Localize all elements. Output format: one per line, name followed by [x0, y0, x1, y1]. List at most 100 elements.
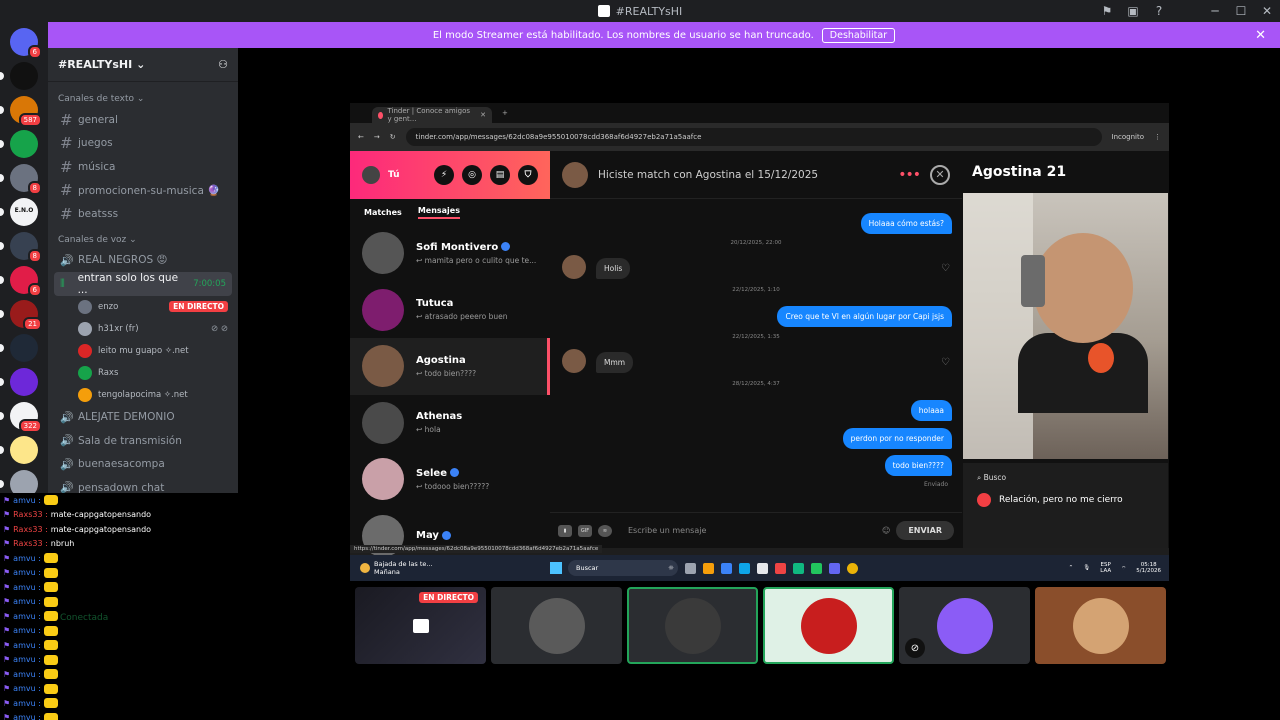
server-icon[interactable]: 6	[10, 266, 42, 297]
match-item[interactable]: Agostina ↩ todo bien????	[350, 338, 550, 395]
task-view-icon[interactable]	[685, 562, 696, 574]
gif-icon[interactable]: GIF	[578, 524, 592, 537]
network-icon[interactable]: ⌔	[1121, 565, 1126, 572]
match-item[interactable]: Athenas ↩ hola	[350, 395, 550, 452]
start-icon[interactable]	[550, 562, 562, 574]
more-icon[interactable]: •••	[898, 167, 921, 183]
spotify-icon[interactable]: ≋	[598, 524, 612, 537]
app-icon[interactable]	[811, 562, 822, 574]
forward-icon[interactable]: →	[374, 133, 380, 141]
maximize-button[interactable]: ☐	[1228, 4, 1254, 18]
active-voice-channel[interactable]: ⦀ entran solo los que ... 7:00:05	[54, 272, 232, 296]
voice-channel[interactable]: 🔊 pensadown chat	[48, 476, 238, 493]
voice-channel[interactable]: 🔊 buenaesacompa	[48, 453, 238, 477]
copilot-icon[interactable]	[721, 562, 732, 574]
text-channel[interactable]: # promocionen-su-musica 🔮	[48, 179, 238, 203]
disable-streamer-button[interactable]: Deshabilitar	[821, 27, 896, 43]
participant-tile[interactable]	[491, 587, 622, 664]
avatar[interactable]	[562, 349, 586, 373]
text-channel[interactable]: # música	[48, 155, 238, 179]
briefcase-icon[interactable]: ▤	[490, 165, 510, 185]
shield-icon[interactable]: ⛉	[518, 165, 538, 185]
avatar[interactable]	[562, 161, 588, 188]
avatar[interactable]	[362, 166, 380, 184]
app-icon[interactable]	[775, 562, 786, 574]
match-preview: ↩ todooo bien?????	[416, 481, 490, 491]
voice-channel[interactable]: 🔊 REAL NEGROS 😡	[48, 249, 238, 273]
menu-icon[interactable]: ⋮	[1154, 133, 1161, 141]
avatar[interactable]	[562, 255, 586, 279]
server-icon[interactable]: 8	[10, 164, 42, 195]
server-icon[interactable]: E.N.O	[10, 198, 38, 226]
browser-tab[interactable]: Tinder | Conoce amigos y gent... ✕	[372, 107, 492, 123]
voice-channel[interactable]: 🔊 ALEJATE DEMONIO	[48, 406, 238, 430]
mic-icon[interactable]: 🎙	[1083, 565, 1090, 571]
file-explorer-icon[interactable]	[703, 562, 714, 574]
sticker-icon[interactable]: ▮	[558, 524, 572, 537]
close-window-button[interactable]: ✕	[1254, 4, 1280, 18]
voice-user[interactable]: enzo EN DIRECTO	[48, 296, 238, 318]
close-icon[interactable]: ✕	[930, 164, 950, 185]
heart-icon[interactable]: ♡	[941, 263, 950, 274]
voice-user[interactable]: leito mu guapo ✧.net	[48, 340, 238, 362]
voice-user[interactable]: Raxs	[48, 362, 238, 384]
weather-widget[interactable]: Bajada de las te... Mañana	[350, 560, 540, 576]
server-icon[interactable]	[10, 62, 38, 90]
message-input[interactable]: Escribe un mensaje	[618, 526, 876, 535]
voice-channel[interactable]: 🔊 Sala de transmisión	[48, 429, 238, 453]
server-icon[interactable]	[10, 368, 38, 396]
back-icon[interactable]: ←	[358, 133, 364, 141]
new-tab-icon[interactable]: +	[502, 109, 508, 117]
match-item[interactable]: Sofi Montivero ↩ mamita pero o culito que…	[350, 225, 550, 282]
server-icon[interactable]: 6	[10, 28, 42, 59]
match-item[interactable]: Selee ↩ todooo bien?????	[350, 451, 550, 508]
server-icon[interactable]: 8	[10, 232, 42, 263]
address-bar[interactable]: tinder.com/app/messages/62dc08a9e9550100…	[405, 128, 1102, 146]
minimize-button[interactable]: ─	[1202, 4, 1228, 18]
match-item[interactable]: Tutuca ↩ atrasado peeero buen	[350, 282, 550, 339]
server-icon[interactable]	[10, 436, 38, 464]
voice-category[interactable]: Canales de voz ⌄	[48, 231, 238, 249]
stream-tile[interactable]: EN DIRECTO	[355, 587, 486, 664]
discord-icon[interactable]	[829, 562, 840, 574]
participant-tile[interactable]: ⊘	[899, 587, 1030, 664]
taskbar-search[interactable]: Buscar ☼	[568, 560, 678, 576]
text-channel[interactable]: # general	[48, 108, 238, 132]
app-icon[interactable]	[793, 562, 804, 574]
voice-user[interactable]: h31xr (fr) ⊘ ⊘	[48, 318, 238, 340]
server-icon[interactable]: 21	[10, 300, 42, 331]
server-icon[interactable]	[10, 130, 38, 158]
server-icon[interactable]	[10, 334, 38, 362]
server-header[interactable]: #REALTYsHI ⌄ ⚇	[48, 48, 238, 82]
reload-icon[interactable]: ↻	[390, 133, 396, 141]
profile-photo[interactable]	[963, 193, 1168, 459]
boost-icon[interactable]: ⚡	[434, 165, 454, 185]
server-icon[interactable]: 322	[10, 402, 42, 433]
explore-icon[interactable]: ◎	[462, 165, 482, 185]
close-tab-icon[interactable]: ✕	[480, 111, 486, 119]
store-icon[interactable]	[757, 562, 768, 574]
send-button[interactable]: ENVIAR	[896, 521, 954, 540]
tab-messages[interactable]: Mensajes	[417, 206, 460, 219]
add-friend-icon[interactable]: ⚇	[218, 58, 228, 71]
inbox-icon[interactable]: ⚑	[1094, 4, 1120, 18]
text-channel[interactable]: # beatsss	[48, 202, 238, 226]
chevron-up-icon[interactable]: ⌃	[1069, 565, 1074, 571]
chrome-icon[interactable]	[847, 562, 858, 574]
participant-tile[interactable]	[763, 587, 894, 664]
tab-matches[interactable]: Matches	[364, 208, 402, 217]
text-category[interactable]: Canales de texto ⌄	[48, 90, 238, 108]
heart-icon[interactable]: ♡	[941, 357, 950, 368]
text-channel[interactable]: # juegos	[48, 132, 238, 156]
help-icon[interactable]: ?	[1146, 4, 1172, 18]
participant-tile[interactable]	[627, 587, 758, 664]
voice-user[interactable]: tengolapocima ✧.net	[48, 384, 238, 406]
pip-icon[interactable]: ▣	[1120, 4, 1146, 18]
me-label: Tú	[388, 170, 400, 180]
edge-icon[interactable]	[739, 562, 750, 574]
participant-tile[interactable]	[1035, 587, 1166, 664]
emoji-icon[interactable]: ☺	[882, 526, 890, 535]
close-icon[interactable]: ✕	[1255, 28, 1266, 43]
stream-view[interactable]: Tinder | Conoce amigos y gent... ✕ + ← →…	[350, 103, 1169, 581]
server-icon[interactable]: 587	[10, 96, 42, 127]
